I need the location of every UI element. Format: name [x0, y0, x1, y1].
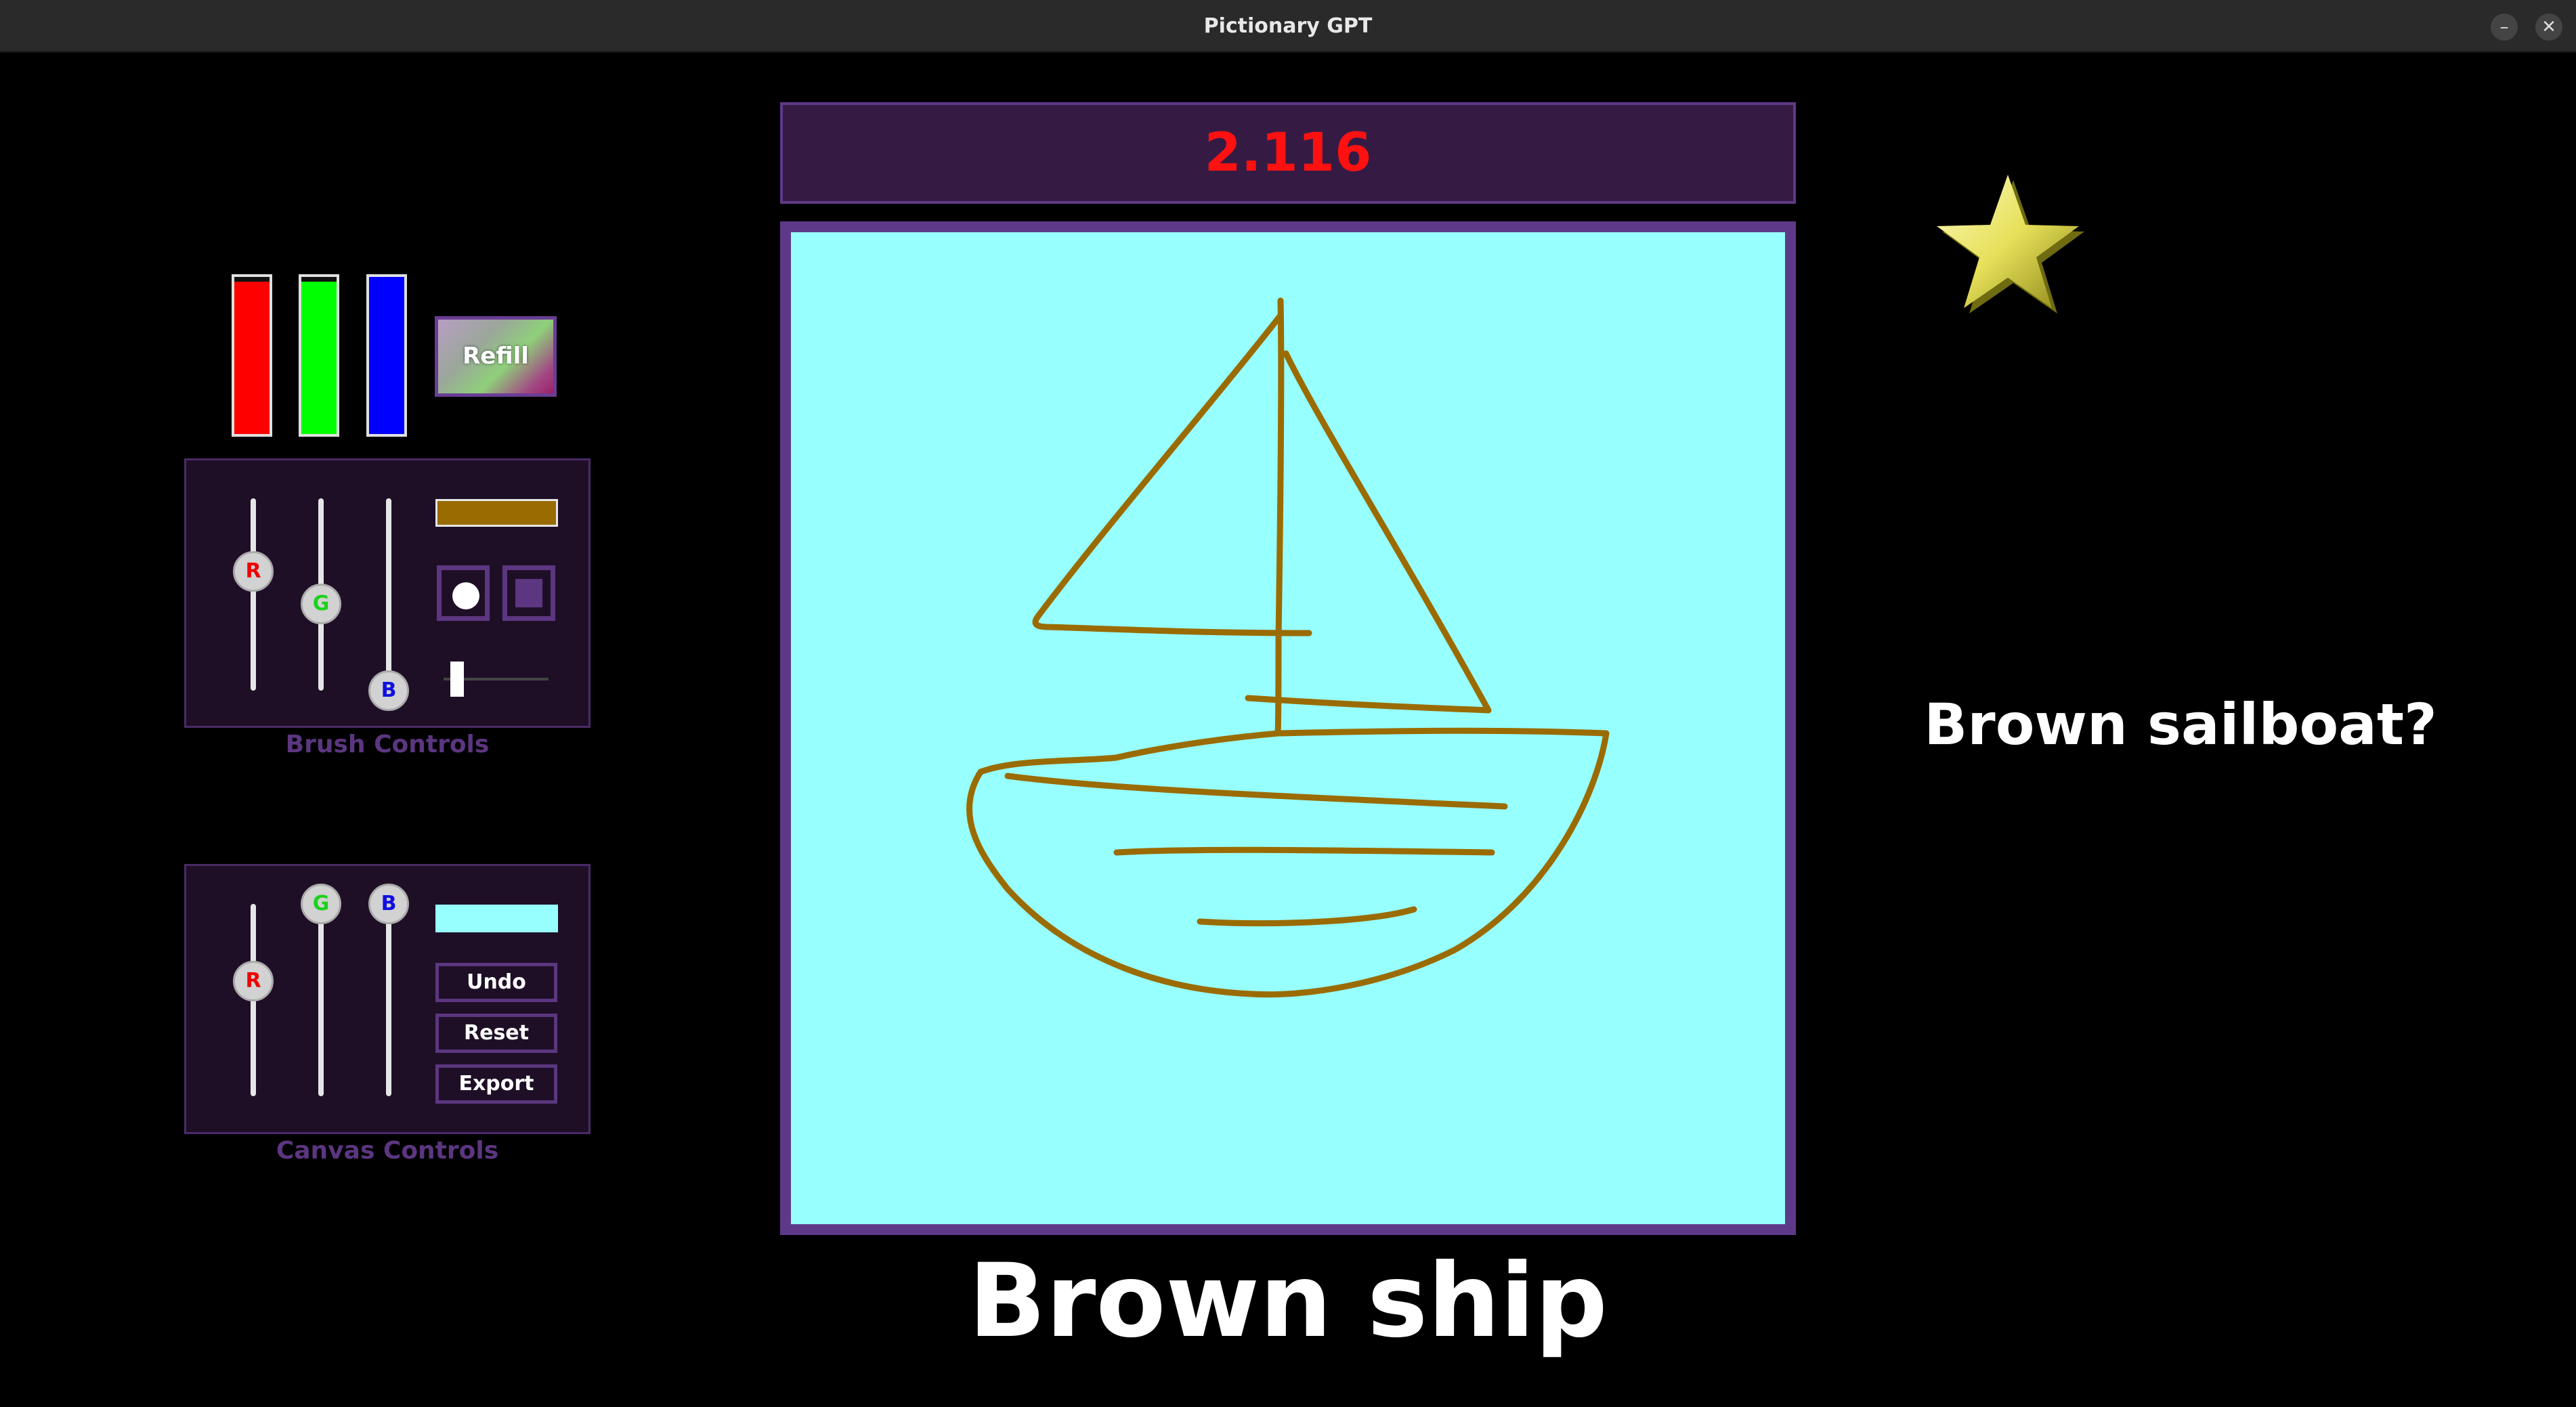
square-brush-icon — [515, 579, 542, 607]
brush-size-slider-thumb[interactable] — [450, 662, 464, 697]
window-title: Pictionary GPT — [1203, 14, 1373, 38]
answer-text: Brown ship — [968, 1242, 1608, 1360]
red-paint-level — [234, 281, 270, 434]
wave-line-1-stroke — [1004, 773, 1508, 810]
brush-controls-label: Brush Controls — [285, 731, 490, 758]
hull-stroke — [966, 727, 1610, 998]
canvas-red-slider-knob[interactable]: R — [233, 960, 274, 1001]
sailboat-drawing — [966, 297, 1610, 998]
right-sail-stroke — [1245, 350, 1492, 714]
canvas-green-slider-track[interactable] — [318, 904, 324, 1096]
title-bar: Pictionary GPT – ✕ — [0, 0, 2576, 53]
brush-blue-slider-knob[interactable]: B — [368, 670, 409, 711]
brush-green-slider-knob[interactable]: G — [301, 584, 341, 625]
refill-button[interactable]: Refill — [435, 316, 557, 397]
brush-red-slider-knob[interactable]: R — [233, 550, 274, 592]
canvas-green-slider-knob[interactable]: G — [301, 884, 341, 924]
round-brush-button[interactable] — [437, 565, 490, 621]
canvas-controls-label: Canvas Controls — [276, 1137, 499, 1165]
guess-text: Brown sailboat? — [1924, 691, 2437, 758]
red-paint-meter — [232, 274, 272, 437]
square-brush-button[interactable] — [502, 565, 555, 621]
canvas-controls-panel: R G B Undo Reset Export — [184, 864, 591, 1134]
canvas-blue-slider-track[interactable] — [386, 904, 391, 1096]
score-display: 2.116 — [780, 102, 1796, 204]
minimize-button[interactable]: – — [2491, 14, 2518, 41]
round-brush-icon — [452, 582, 479, 609]
left-sail-stroke — [1032, 313, 1312, 636]
gold-star-icon — [1930, 169, 2086, 325]
brush-blue-slider-track[interactable] — [386, 498, 391, 691]
blue-paint-meter — [366, 274, 407, 437]
brush-controls-panel: R G B — [184, 458, 591, 728]
blue-paint-level — [369, 277, 404, 434]
canvas-blue-slider-knob[interactable]: B — [368, 884, 409, 924]
canvas-color-preview — [435, 905, 558, 932]
wave-line-2-stroke — [1113, 846, 1495, 856]
drawing-canvas[interactable] — [780, 221, 1796, 1235]
green-paint-level — [301, 281, 337, 434]
undo-button[interactable]: Undo — [435, 963, 557, 1002]
brush-red-slider-track[interactable] — [251, 498, 256, 691]
close-button[interactable]: ✕ — [2535, 14, 2562, 41]
brush-color-preview — [435, 499, 558, 527]
green-paint-meter — [299, 274, 339, 437]
score-value: 2.116 — [1204, 123, 1372, 183]
mast-stroke — [1274, 297, 1285, 737]
export-button[interactable]: Export — [435, 1064, 557, 1104]
reset-button[interactable]: Reset — [435, 1014, 557, 1053]
wave-line-3-stroke — [1197, 906, 1417, 927]
